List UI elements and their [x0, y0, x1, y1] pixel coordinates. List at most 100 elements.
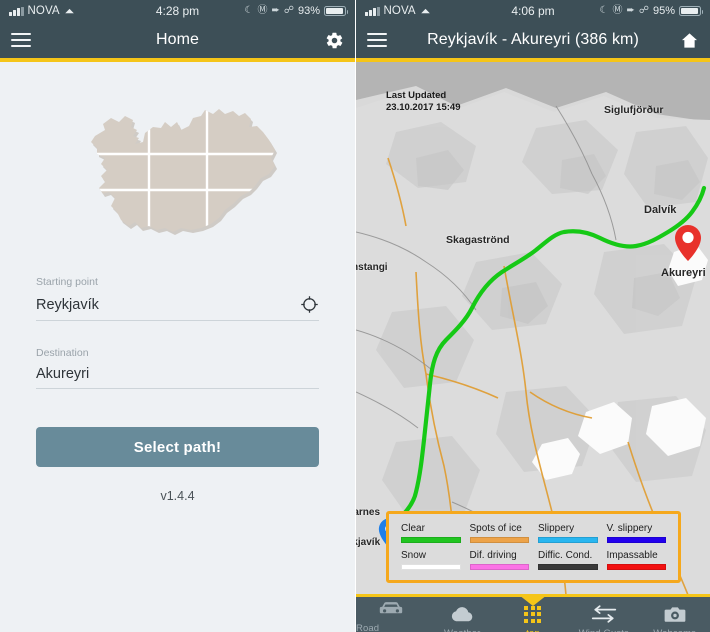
tab-webcams[interactable]: Webcams: [639, 600, 710, 632]
last-updated-value: 23.10.2017 15:49: [386, 102, 461, 114]
tab-label: tap: [526, 628, 540, 632]
home-icon[interactable]: [680, 31, 699, 50]
tab-label: Road Conditions: [356, 622, 380, 632]
legend-item-impassable: Impassable: [606, 550, 666, 570]
tab-road-conditions[interactable]: Road Conditions: [356, 595, 427, 632]
map-label-reykjavik: Reykjavík: [356, 537, 381, 548]
hamburger-menu-icon[interactable]: [367, 33, 387, 47]
legend-swatch: [538, 537, 598, 543]
battery-percent-label: 93%: [297, 5, 320, 17]
legend-swatch: [606, 537, 666, 543]
map-label-hvammstangi: Hvammstangi: [356, 262, 388, 273]
legend-label: Impassable: [606, 550, 658, 561]
road-condition-legend: Clear Spots of ice Slippery V. slippery: [386, 511, 681, 583]
submit-button-wrapper: Select path!: [0, 415, 355, 467]
tab-label: Webcams: [653, 628, 696, 632]
map-label-akureyri: Akureyri: [661, 267, 706, 279]
do-not-disturb-icon: Ⓜ: [257, 5, 268, 16]
destination-row[interactable]: Akureyri: [36, 366, 319, 389]
legend-item-dif-driving: Dif. driving: [469, 550, 529, 570]
battery-percent-label: 95%: [652, 5, 675, 17]
legend-label: V. slippery: [606, 523, 653, 534]
legend-label: Clear: [401, 523, 425, 534]
status-bar-left: NOVA ⏶ 4:28 pm ☾ Ⓜ ➨ ☍ 93%: [0, 0, 355, 22]
crosshair-location-icon[interactable]: [300, 295, 319, 314]
wind-arrows-icon: [591, 604, 617, 624]
starting-point-row[interactable]: Reykjavík: [36, 295, 319, 321]
starting-point-field: Starting point Reykjavík: [36, 276, 319, 321]
legend-swatch: [401, 564, 461, 570]
last-updated-overlay: Last Updated 23.10.2017 15:49: [386, 90, 460, 114]
moon-icon: ☾: [599, 5, 609, 16]
status-bar-left-group: NOVA ⏶: [9, 5, 74, 17]
legend-swatch: [469, 537, 529, 543]
iceland-region-map[interactable]: [73, 100, 283, 250]
camera-icon: [664, 604, 686, 624]
route-form: Starting point Reykjavík Destination Aku…: [0, 250, 355, 389]
battery-icon: [679, 6, 703, 16]
legend-label: Diffic. Cond.: [538, 550, 593, 561]
car-icon: [379, 599, 403, 619]
starting-point-input[interactable]: Reykjavík: [36, 297, 300, 313]
legend-item-spots-of-ice: Spots of ice: [469, 523, 529, 543]
do-not-disturb-icon: Ⓜ: [612, 5, 623, 16]
last-updated-label: Last Updated: [386, 90, 447, 101]
wifi-icon: ⏶: [64, 4, 75, 18]
starting-point-label: Starting point: [36, 276, 98, 288]
iceland-map-graphic-wrapper: [0, 62, 355, 250]
destination-input[interactable]: Akureyri: [36, 366, 319, 382]
legend-item-snow: Snow: [401, 550, 461, 570]
app-bar-left: Home: [0, 22, 355, 58]
bluetooth-icon: ☍: [283, 5, 294, 16]
moon-icon: ☾: [244, 5, 254, 16]
bluetooth-icon: ☍: [638, 5, 649, 16]
legend-item-clear: Clear: [401, 523, 461, 543]
signal-strength-icon: [365, 6, 380, 16]
page-title: Home: [155, 31, 200, 48]
legend-label: Snow: [401, 550, 427, 561]
legend-item-difficult-conditions: Diffic. Cond.: [538, 550, 598, 570]
status-bar-right: NOVA ⏶ 4:06 pm ☾ Ⓜ ➨ ☍ 95%: [356, 0, 710, 22]
gear-icon[interactable]: [325, 31, 344, 50]
bottom-tab-bar: Road Conditions Weather tap: [356, 594, 710, 632]
destination-marker-akureyri[interactable]: [674, 224, 702, 267]
left-phone-screen: NOVA ⏶ 4:28 pm ☾ Ⓜ ➨ ☍ 93% Home Starting…: [0, 0, 355, 632]
dual-screenshot-container: NOVA ⏶ 4:28 pm ☾ Ⓜ ➨ ☍ 93% Home Starting…: [0, 0, 710, 632]
legend-label: Spots of ice: [469, 523, 522, 534]
map-label-siglufjordur: Siglufjörður: [604, 104, 664, 116]
tab-label: Wind Gusts: [579, 628, 629, 632]
legend-swatch: [538, 564, 598, 570]
route-title: Reykjavík - Akureyri (386 km): [427, 31, 639, 48]
map-label-dalvik: Dalvík: [644, 204, 677, 216]
right-phone-screen: NOVA ⏶ 4:06 pm ☾ Ⓜ ➨ ☍ 95% Reykjavík - A…: [355, 0, 710, 632]
legend-swatch: [401, 537, 461, 543]
legend-grid: Clear Spots of ice Slippery V. slippery: [401, 523, 666, 570]
status-bar-left-group: NOVA ⏶: [365, 5, 430, 17]
legend-swatch: [469, 564, 529, 570]
hamburger-menu-icon[interactable]: [11, 33, 31, 47]
legend-label: Dif. driving: [469, 550, 517, 561]
tab-weather[interactable]: Weather: [427, 600, 498, 632]
location-arrow-icon: ➨: [271, 5, 280, 16]
legend-item-slippery: Slippery: [538, 523, 598, 543]
status-bar-right-group: ☾ Ⓜ ➨ ☍ 95%: [599, 5, 703, 17]
grid-dots-icon: [524, 604, 542, 624]
home-content: Starting point Reykjavík Destination Aku…: [0, 62, 355, 632]
destination-field: Destination Akureyri: [36, 347, 319, 389]
status-bar-right-group: ☾ Ⓜ ➨ ☍ 93%: [244, 5, 348, 17]
destination-label: Destination: [36, 347, 89, 359]
tab-wind-gusts[interactable]: Wind Gusts: [568, 600, 639, 632]
route-map[interactable]: Last Updated 23.10.2017 15:49 Siglufjörð…: [356, 62, 710, 595]
map-label-borgarnes: Borgarnes: [356, 507, 381, 518]
map-label-skagastrond: Skagaströnd: [446, 234, 510, 246]
active-tab-caret: [519, 595, 547, 606]
select-path-button[interactable]: Select path!: [36, 427, 319, 467]
legend-item-very-slippery: V. slippery: [606, 523, 666, 543]
cloud-icon: [449, 604, 475, 624]
battery-icon: [324, 6, 348, 16]
wifi-icon: ⏶: [420, 4, 431, 18]
carrier-label: NOVA: [27, 5, 60, 17]
carrier-label: NOVA: [383, 5, 416, 17]
legend-label: Slippery: [538, 523, 575, 534]
tab-label: Weather: [444, 628, 480, 632]
